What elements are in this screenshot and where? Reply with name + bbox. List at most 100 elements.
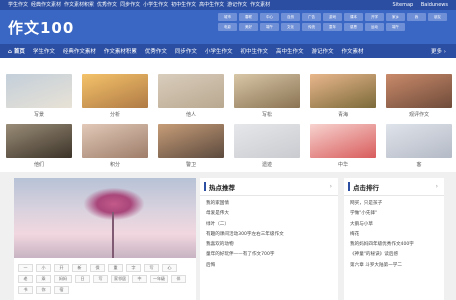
banner-chip[interactable]: 家邻居 (111, 275, 129, 283)
nav-home[interactable]: ⌂ 首页 (8, 47, 25, 55)
nav-item[interactable]: 高中生作文 (276, 47, 304, 55)
article-card-label[interactable]: 积分 (82, 161, 148, 168)
tag-link[interactable]: 课本 (344, 13, 363, 21)
article-thumbnail[interactable] (386, 74, 452, 108)
article-card-label[interactable]: 中华 (310, 161, 376, 168)
article-thumbnail[interactable] (6, 124, 72, 158)
article-card-label[interactable]: 客 (386, 161, 452, 168)
hot-list-item[interactable]: 童年的好玩伴——有了作文700字 (206, 250, 332, 260)
tag-link[interactable]: 游戏 (323, 13, 342, 21)
tag-link[interactable]: 童年 (323, 23, 342, 31)
tag-link[interactable]: 传统 (302, 23, 321, 31)
tag-link[interactable]: 端午 (260, 23, 279, 31)
hot-list-item[interactable]: 母爱是伟大 (206, 209, 332, 219)
article-card-label[interactable]: 写景 (6, 111, 72, 118)
banner-chip[interactable]: 重 (108, 264, 123, 272)
top-link[interactable]: 作文素材 (250, 2, 270, 8)
top-link[interactable]: 学生作文 (8, 2, 28, 8)
banner-chip[interactable]: 伴 (171, 275, 186, 283)
rank-list-item[interactable]: 我的妈妈四年级优秀作文400字 (350, 240, 438, 250)
top-link[interactable]: 作文素材积累 (64, 2, 94, 8)
banner-chip[interactable]: 老 (18, 275, 33, 283)
hot-list-item[interactable]: 我的家国情 (206, 199, 332, 209)
article-card[interactable]: 分析 (82, 74, 148, 118)
article-card[interactable]: 观评作文 (386, 74, 452, 118)
article-card[interactable]: 中华 (310, 124, 376, 168)
article-card-label[interactable]: 遗迹 (234, 161, 300, 168)
nav-item[interactable]: 作文素材积累 (104, 47, 137, 55)
tag-link[interactable]: 春联 (239, 13, 258, 21)
nav-item[interactable]: 初中生作文 (240, 47, 268, 55)
banner-image[interactable] (14, 178, 196, 258)
banner-chip[interactable]: 妈妈 (54, 275, 72, 283)
article-card-label[interactable]: 青海 (310, 111, 376, 118)
article-thumbnail[interactable] (386, 124, 452, 158)
tag-link[interactable]: 中心 (260, 13, 279, 21)
nav-item[interactable]: 小学生作文 (205, 47, 233, 55)
article-card-label[interactable]: 写松 (234, 111, 300, 118)
nav-item[interactable]: 作文素材 (342, 47, 364, 55)
article-thumbnail[interactable] (310, 124, 376, 158)
tag-link[interactable]: 朋友 (428, 13, 447, 21)
banner-chip[interactable]: 新 (72, 264, 87, 272)
site-logo[interactable]: 作文100 (8, 17, 74, 38)
rank-list-item[interactable]: 《神童"的秘诀》读后感 (350, 250, 438, 260)
article-card[interactable]: 写景 (6, 74, 72, 118)
rank-list-item[interactable]: 第六章 斗罗大陆第一学二 (350, 261, 438, 271)
rank-list-item[interactable]: 学做"小先锋" (350, 209, 438, 219)
nav-item[interactable]: 游记作文 (311, 47, 333, 55)
article-thumbnail[interactable] (82, 74, 148, 108)
tag-link[interactable]: 文化 (281, 23, 300, 31)
tag-link[interactable]: 城市 (218, 13, 237, 21)
banner-chip[interactable]: 中 (132, 275, 147, 283)
banner-chip[interactable]: 书 (18, 286, 33, 294)
top-link[interactable]: 小学生作文 (143, 2, 168, 8)
banner-chip[interactable]: 一 (18, 264, 33, 272)
banner-chip[interactable]: 日 (75, 275, 90, 283)
banner-chip[interactable]: 心 (162, 264, 177, 272)
banner-chip[interactable]: 字 (126, 264, 141, 272)
article-thumbnail[interactable] (234, 124, 300, 158)
top-link[interactable]: 高中生作文 (199, 2, 224, 8)
tag-link[interactable]: 我 (407, 13, 426, 21)
chevron-right-icon[interactable]: › (436, 183, 438, 190)
banner-chip[interactable]: 写 (93, 275, 108, 283)
article-card-label[interactable]: 他们 (6, 161, 72, 168)
article-thumbnail[interactable] (82, 124, 148, 158)
banner-chip[interactable]: 开 (54, 264, 69, 272)
article-card[interactable]: 他人 (158, 74, 224, 118)
top-link[interactable]: 游记作文 (227, 2, 247, 8)
banner-chip[interactable]: 宿 (54, 286, 69, 294)
article-thumbnail[interactable] (158, 124, 224, 158)
article-card[interactable]: 客 (386, 124, 452, 168)
banner-chip[interactable]: 一年级 (150, 275, 168, 283)
banner-chip[interactable]: 写 (144, 264, 159, 272)
rank-list-item[interactable]: 梅花 (350, 230, 438, 240)
article-thumbnail[interactable] (6, 74, 72, 108)
rank-list-item[interactable]: 大鹅与小草 (350, 220, 438, 230)
banner-chip[interactable]: 保 (90, 264, 105, 272)
nav-item[interactable]: 经典作文素材 (63, 47, 96, 55)
sitemap-link[interactable]: Sitemap (393, 2, 414, 8)
nav-item[interactable]: 优秀作文 (145, 47, 167, 55)
top-link[interactable]: 优秀作文 (97, 2, 117, 8)
tag-link[interactable]: 开学 (365, 13, 384, 21)
top-link[interactable]: 初中生作文 (171, 2, 196, 8)
tag-link[interactable]: 端午 (386, 23, 405, 31)
baidunews-link[interactable]: Baidunews (421, 2, 448, 8)
hot-list-item[interactable]: 绿叶（二） (206, 220, 332, 230)
tag-link[interactable]: 美好 (239, 23, 258, 31)
hot-list-item[interactable]: 后悔 (206, 261, 332, 271)
article-thumbnail[interactable] (310, 74, 376, 108)
nav-item[interactable]: 学生作文 (33, 47, 55, 55)
top-link[interactable]: 经典作文素材 (31, 2, 61, 8)
rank-list-item[interactable]: 网买，只是孩子 (350, 199, 438, 209)
article-card[interactable]: 警卫 (158, 124, 224, 168)
article-card[interactable]: 遗迹 (234, 124, 300, 168)
tag-link[interactable]: 家乡 (386, 13, 405, 21)
article-card-label[interactable]: 警卫 (158, 161, 224, 168)
article-thumbnail[interactable] (234, 74, 300, 108)
article-card-label[interactable]: 分析 (82, 111, 148, 118)
banner-chip[interactable]: 你 (36, 286, 51, 294)
banner-chip[interactable]: 小 (36, 264, 51, 272)
